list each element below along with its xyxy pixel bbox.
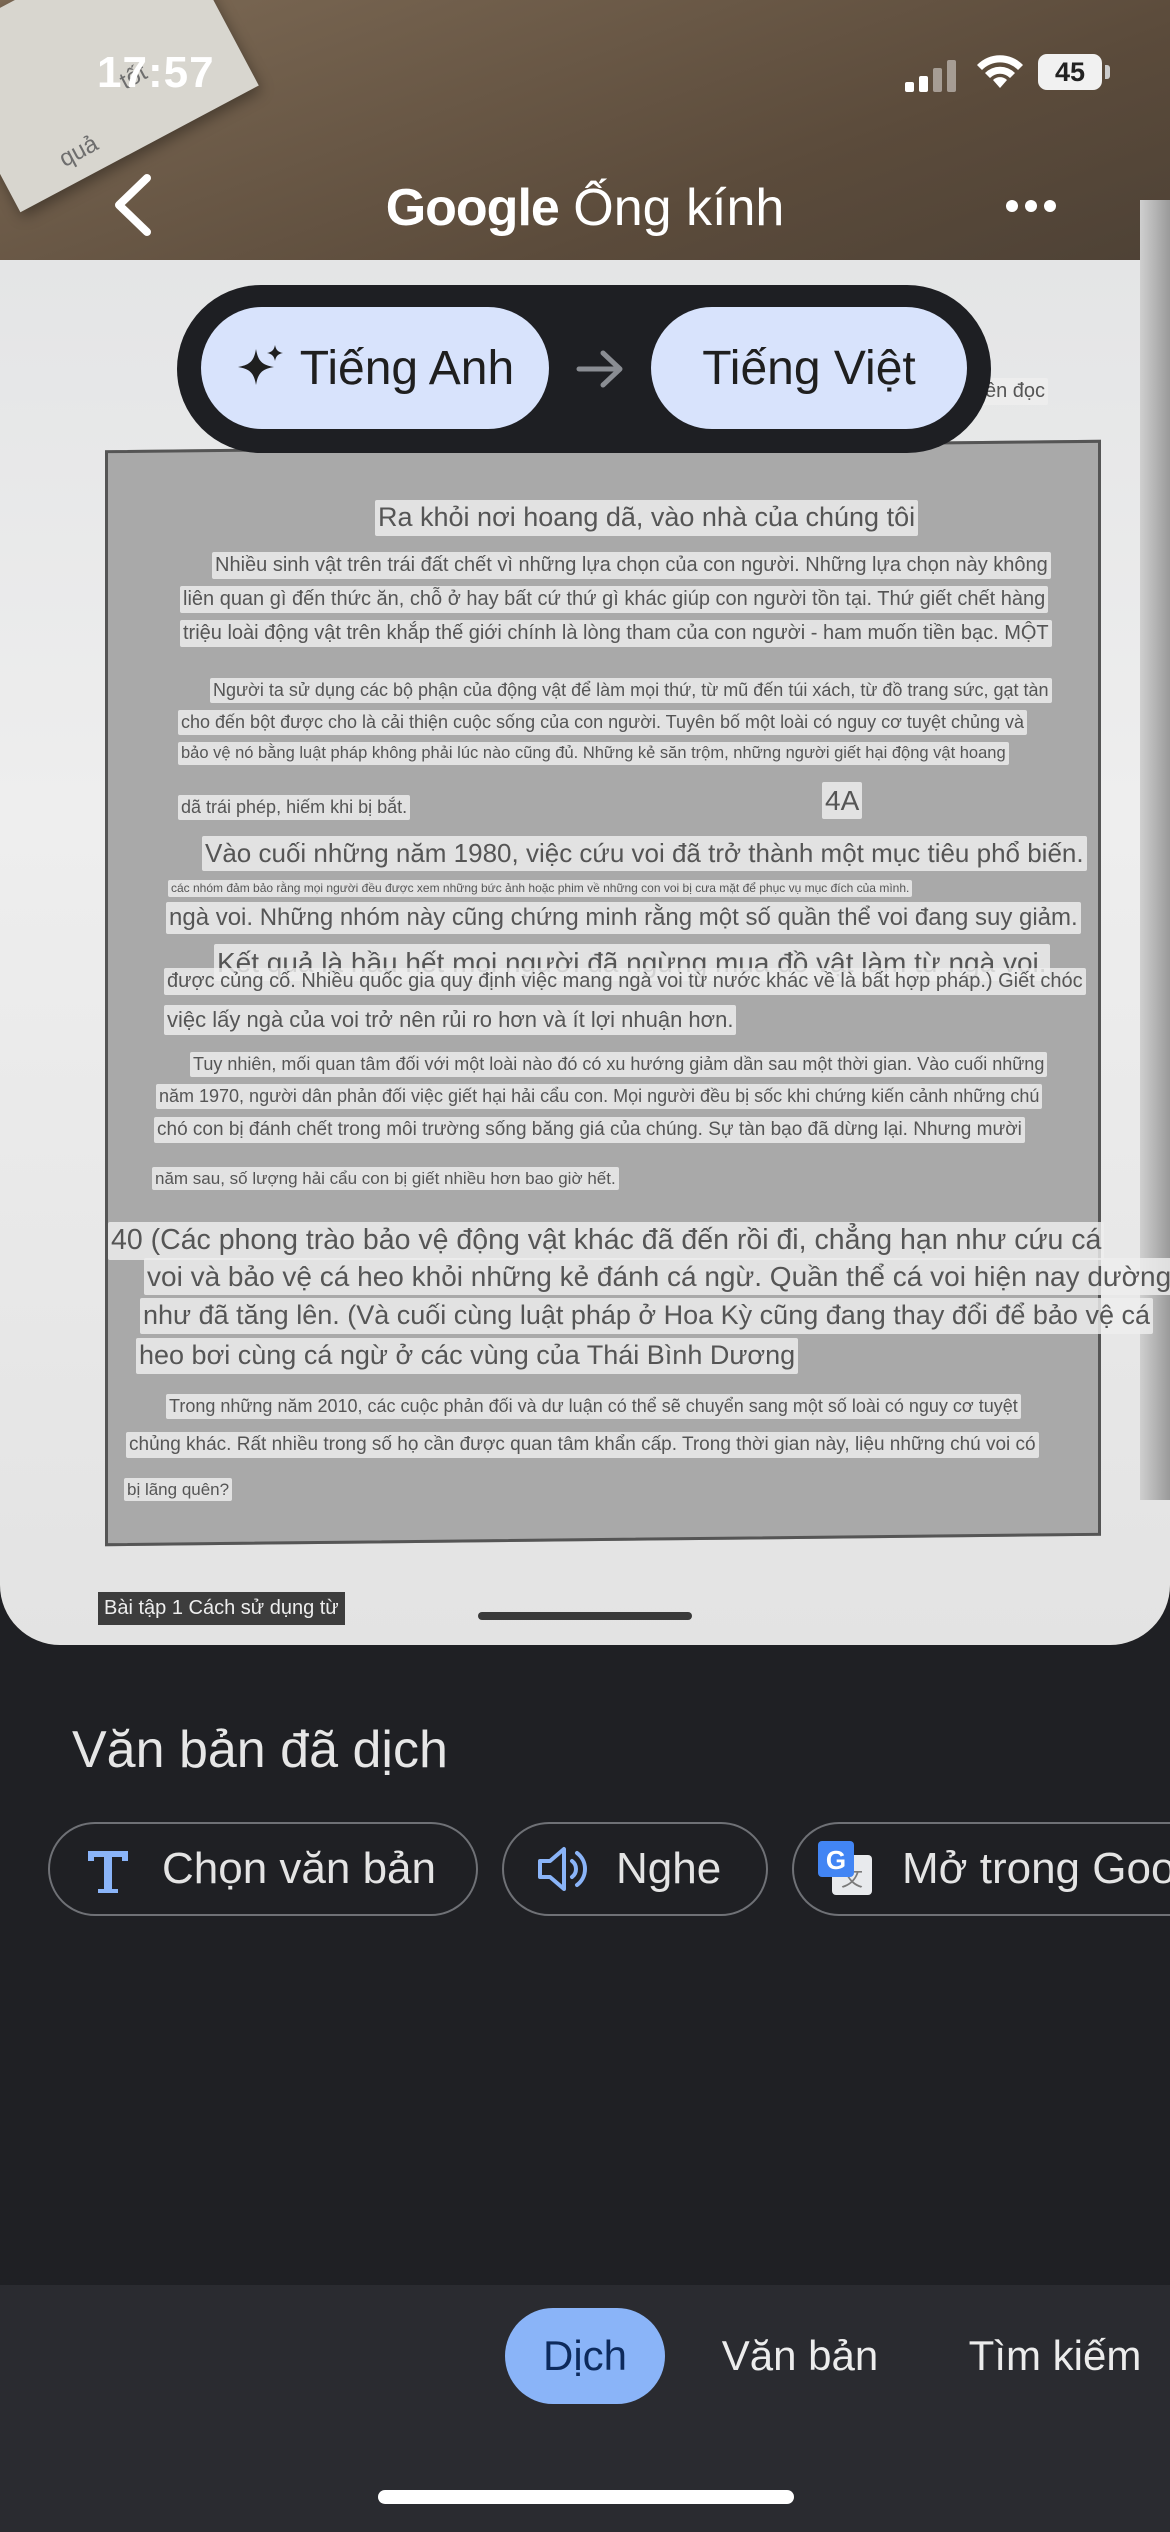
tab-search[interactable]: Tìm kiếm <box>942 2308 1168 2404</box>
doc-line: Người ta sử dụng các bộ phận của động vậ… <box>210 678 1052 703</box>
wifi-icon <box>977 55 1023 88</box>
app-name: Ống kính <box>573 179 785 237</box>
doc-line: 40 (Các phong trào bảo vệ động vật khác … <box>108 1222 1105 1260</box>
more-dot-icon <box>1025 200 1037 212</box>
doc-line: liên quan gì đến thức ăn, chỗ ở hay bất … <box>180 586 1049 613</box>
text-format-icon <box>88 1851 128 1893</box>
doc-line: như đã tăng lên. (Và cuối cùng luật pháp… <box>140 1298 1153 1334</box>
language-selector: Tiếng Anh Tiếng Việt <box>177 285 991 453</box>
sparkle-icon <box>237 345 283 385</box>
status-time: 17:57 <box>97 48 215 97</box>
source-language-label: Tiếng Anh <box>299 341 515 395</box>
doc-line: chủng khác. Rất nhiều trong số họ cần đư… <box>126 1432 1039 1458</box>
doc-line: cho đến bột được cho là cải thiện cuộc s… <box>178 710 1028 735</box>
doc-line: dã trái phép, hiếm khi bị bắt. <box>178 795 411 820</box>
listen-label: Nghe <box>616 1844 722 1893</box>
corner-text: ên đọc <box>982 378 1049 405</box>
more-dot-icon <box>1006 200 1018 212</box>
listen-button[interactable]: Nghe <box>502 1822 768 1916</box>
translated-text-heading: Văn bản đã dịch <box>72 1721 448 1779</box>
google-translate-icon: 文 G <box>818 1841 872 1895</box>
doc-line: bảo vệ nó bằng luật pháp không phải lúc … <box>178 742 1009 765</box>
tab-translate[interactable]: Dịch <box>505 2308 665 2404</box>
doc-line: được củng cố. Nhiều quốc gia quy định vi… <box>164 968 1086 995</box>
battery-tip <box>1105 65 1110 79</box>
google-logo: Google <box>385 179 560 237</box>
cellular-signal-icon <box>905 58 957 92</box>
open-in-google-translate-button[interactable]: 文 G Mở trong Google Dịch <box>792 1822 1170 1916</box>
doc-line: heo bơi cùng cá ngừ ở các vùng của Thái … <box>136 1338 799 1374</box>
battery-icon: 45 <box>1038 54 1102 90</box>
doc-line: việc lấy ngà của voi trở nên rủi ro hơn … <box>164 1005 737 1035</box>
more-options-button[interactable] <box>1000 190 1070 220</box>
doc-line: năm 1970, người dân phản đối việc giết h… <box>156 1084 1043 1109</box>
source-language-button[interactable]: Tiếng Anh <box>201 307 549 429</box>
app-title: Google Ống kính <box>0 178 1170 238</box>
more-dot-icon <box>1044 200 1056 212</box>
home-indicator[interactable] <box>378 2490 794 2504</box>
sticky-note-word: quả <box>54 129 103 173</box>
doc-line: Nhiều sinh vật trên trái đất chết vì nhữ… <box>212 552 1051 579</box>
sheet-drag-handle[interactable] <box>478 1612 692 1620</box>
open-in-google-translate-label: Mở trong Google Dịch <box>902 1844 1170 1893</box>
doc-line: Trong những năm 2010, các cuộc phản đối … <box>166 1394 1021 1419</box>
doc-line: Tuy nhiên, mối quan tâm đối với một loài… <box>190 1052 1048 1077</box>
target-language-button[interactable]: Tiếng Việt <box>651 307 967 429</box>
speaker-icon <box>538 1847 587 1891</box>
doc-line: Vào cuối những năm 1980, việc cứu voi đã… <box>202 836 1087 871</box>
doc-line: chó con bị đánh chết trong môi trường số… <box>154 1117 1025 1143</box>
select-text-button[interactable]: Chọn văn bản <box>48 1822 478 1916</box>
doc-title: Ra khỏi nơi hoang dã, vào nhà của chúng … <box>375 500 919 536</box>
arrow-right-icon <box>576 350 623 388</box>
svg-text:G: G <box>826 1845 846 1875</box>
camera-viewfinder: tốt quả ên đọc Ra khỏi nơi hoang dã, vào… <box>0 0 1170 1645</box>
section-label-4a: 4A <box>822 782 863 819</box>
select-text-label: Chọn văn bản <box>162 1844 436 1893</box>
doc-line: bị lãng quên? <box>124 1478 233 1502</box>
tab-text[interactable]: Văn bản <box>700 2308 900 2404</box>
doc-line: các nhóm đảm bảo rằng mọi người đều được… <box>168 880 913 897</box>
target-language-label: Tiếng Việt <box>702 341 916 395</box>
doc-line: ngà voi. Những nhóm này cũng chứng minh … <box>166 902 1081 934</box>
doc-line: triệu loài động vật trên khắp thế giới c… <box>180 620 1052 647</box>
exercise-label: Bài tập 1 Cách sử dụng từ <box>98 1592 345 1625</box>
doc-line: voi và bảo vệ cá heo khỏi những kẻ đánh … <box>144 1258 1170 1295</box>
doc-line: năm sau, số lượng hải cẩu con bị giết nh… <box>152 1167 619 1191</box>
